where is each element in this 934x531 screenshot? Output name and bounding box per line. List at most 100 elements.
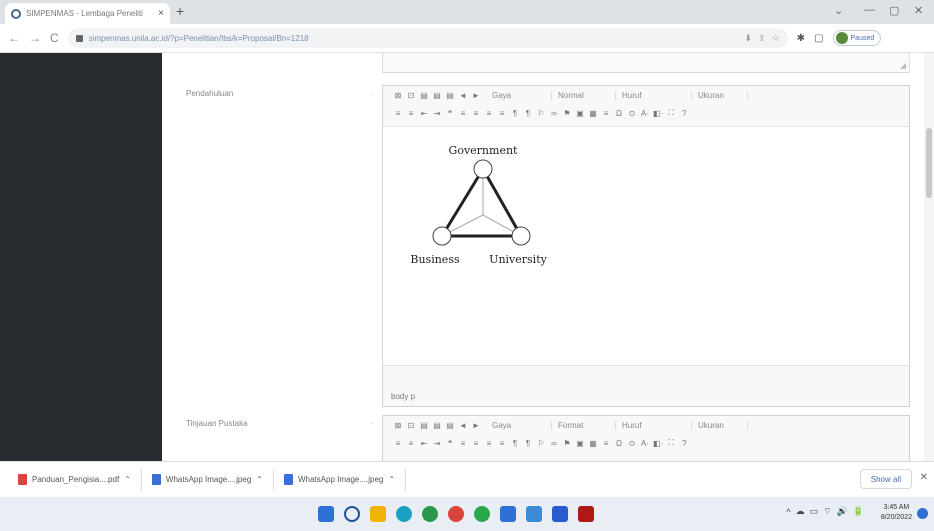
redo-icon[interactable]: ► xyxy=(471,91,481,100)
extensions-icon[interactable]: ✱ xyxy=(797,33,805,44)
format-dropdown[interactable]: Format xyxy=(558,420,616,430)
bookmark-star-icon[interactable]: ☆ xyxy=(772,33,780,44)
share-icon[interactable]: ⇪ xyxy=(758,33,766,44)
notification-icon[interactable] xyxy=(917,508,928,519)
numbered-list-icon[interactable]: ≡ xyxy=(393,109,403,118)
align-left-icon[interactable]: ≡ xyxy=(458,109,468,118)
ltr-icon[interactable]: ¶ xyxy=(510,439,520,448)
font-dropdown[interactable]: Huruf xyxy=(622,420,692,430)
chevron-up-icon[interactable]: ⌃ xyxy=(124,475,131,484)
tab-search-icon[interactable]: ⌄ xyxy=(834,4,843,17)
show-hidden-icons-icon[interactable]: ^ xyxy=(786,507,790,517)
horizontal-line-icon[interactable]: ≡ xyxy=(601,109,611,118)
cut-icon[interactable]: ⊠ xyxy=(393,91,403,100)
ltr-icon[interactable]: ¶ xyxy=(510,109,520,118)
paste-text-icon[interactable]: ▤ xyxy=(432,421,442,430)
side-panel-icon[interactable]: ▢ xyxy=(814,33,823,44)
rtl-icon[interactable]: ¶ xyxy=(523,439,533,448)
link-icon[interactable]: ∞ xyxy=(549,109,559,118)
align-left-icon[interactable]: ≡ xyxy=(458,439,468,448)
cut-icon[interactable]: ⊠ xyxy=(393,421,403,430)
reload-button[interactable]: C xyxy=(50,31,59,45)
bulleted-list-icon[interactable]: ≡ xyxy=(406,439,416,448)
browser-tab[interactable]: SIMPENMAS - Lembaga Peneliti × xyxy=(5,3,170,24)
maximize-icon[interactable]: ⛶ xyxy=(666,438,676,448)
format-dropdown[interactable]: Normal xyxy=(558,90,616,100)
paste-icon[interactable]: ▤ xyxy=(419,421,429,430)
outdent-icon[interactable]: ⇤ xyxy=(419,109,429,118)
spotify-icon[interactable] xyxy=(422,506,438,522)
wifi-icon[interactable]: ⌔ xyxy=(823,506,831,517)
anchor-icon[interactable]: ⚑ xyxy=(562,109,572,118)
language-icon[interactable]: ⚐ xyxy=(536,439,546,448)
volume-icon[interactable]: 🔊 xyxy=(837,506,848,517)
pdf-reader-icon[interactable] xyxy=(578,506,594,522)
search-icon[interactable] xyxy=(344,506,360,522)
show-blocks-icon[interactable]: ? xyxy=(679,439,689,448)
image-icon[interactable]: ▣ xyxy=(575,439,585,448)
undo-icon[interactable]: ◄ xyxy=(458,91,468,100)
app-icon[interactable] xyxy=(552,506,568,522)
show-all-downloads-button[interactable]: Show all xyxy=(859,469,912,489)
table-icon[interactable]: ▦ xyxy=(588,439,598,448)
back-button[interactable]: ← xyxy=(8,31,20,45)
blockquote-icon[interactable]: ❝ xyxy=(445,439,455,448)
special-char-icon[interactable]: Ω xyxy=(614,439,624,448)
text-color-icon[interactable]: A· xyxy=(640,439,650,448)
chrome-icon[interactable] xyxy=(448,506,464,522)
link-icon[interactable]: ∞ xyxy=(549,439,559,448)
resize-handle-icon[interactable]: ◢ xyxy=(900,61,906,70)
tab-close-icon[interactable]: × xyxy=(158,8,164,19)
close-downloads-icon[interactable]: ✕ xyxy=(920,472,928,483)
chrome-icon[interactable] xyxy=(474,506,490,522)
battery-icon[interactable]: 🔋 xyxy=(853,506,864,517)
address-bar[interactable]: simpenmas.unila.ac.id/?p=Penelitian/Ibs/… xyxy=(67,28,788,48)
scrollbar-thumb[interactable] xyxy=(926,128,932,198)
download-item[interactable]: Panduan_Pengisia....pdf ⌃ xyxy=(18,468,142,491)
forward-button[interactable]: → xyxy=(29,31,41,45)
undo-icon[interactable]: ◄ xyxy=(458,421,468,430)
paste-icon[interactable]: ▤ xyxy=(419,91,429,100)
minimize-button[interactable]: — xyxy=(864,4,875,16)
chevron-up-icon[interactable]: ⌃ xyxy=(256,475,263,484)
align-center-icon[interactable]: ≡ xyxy=(471,439,481,448)
start-icon[interactable] xyxy=(318,506,334,522)
download-icon[interactable]: ⬇ xyxy=(745,33,753,44)
indent-icon[interactable]: ⇥ xyxy=(432,439,442,448)
blockquote-icon[interactable]: ❝ xyxy=(445,109,455,118)
redo-icon[interactable]: ► xyxy=(471,421,481,430)
background-color-icon[interactable]: ◧· xyxy=(653,109,663,118)
chevron-up-icon[interactable]: ⌃ xyxy=(388,475,395,484)
editor-content-area[interactable]: Government Business University xyxy=(383,126,909,366)
table-icon[interactable]: ▦ xyxy=(588,109,598,118)
cloud-icon[interactable]: ☁ xyxy=(796,506,805,517)
download-item[interactable]: WhatsApp Image....jpeg ⌃ xyxy=(283,468,407,491)
align-justify-icon[interactable]: ≡ xyxy=(497,439,507,448)
size-dropdown[interactable]: Ukuran xyxy=(698,90,748,100)
font-dropdown[interactable]: Huruf xyxy=(622,90,692,100)
style-dropdown[interactable]: Gaya xyxy=(492,90,552,100)
language-icon[interactable]: ⚐ xyxy=(536,109,546,118)
file-explorer-icon[interactable] xyxy=(370,506,386,522)
style-dropdown[interactable]: Gaya xyxy=(492,420,552,430)
bulleted-list-icon[interactable]: ≡ xyxy=(406,109,416,118)
display-icon[interactable]: ▭ xyxy=(810,506,819,517)
numbered-list-icon[interactable]: ≡ xyxy=(393,439,403,448)
text-color-icon[interactable]: A· xyxy=(640,109,650,118)
maximize-icon[interactable]: ⛶ xyxy=(666,108,676,118)
background-color-icon[interactable]: ◧· xyxy=(653,439,663,448)
align-justify-icon[interactable]: ≡ xyxy=(497,109,507,118)
close-window-button[interactable]: ✕ xyxy=(914,4,923,17)
special-char-icon[interactable]: Ω xyxy=(614,109,624,118)
taskbar-clock[interactable]: 3:45 AM 8/20/2022 xyxy=(881,503,912,523)
anchor-icon[interactable]: ⚑ xyxy=(562,439,572,448)
align-right-icon[interactable]: ≡ xyxy=(484,109,494,118)
download-item[interactable]: WhatsApp Image....jpeg ⌃ xyxy=(151,468,274,491)
rtl-icon[interactable]: ¶ xyxy=(523,109,533,118)
page-scrollbar[interactable] xyxy=(924,53,934,461)
horizontal-line-icon[interactable]: ≡ xyxy=(601,439,611,448)
profile-button[interactable]: Paused xyxy=(832,30,882,46)
copy-icon[interactable]: ⊡ xyxy=(406,91,416,100)
new-tab-button[interactable]: + xyxy=(176,3,184,19)
maximize-button[interactable]: ▢ xyxy=(889,4,899,17)
